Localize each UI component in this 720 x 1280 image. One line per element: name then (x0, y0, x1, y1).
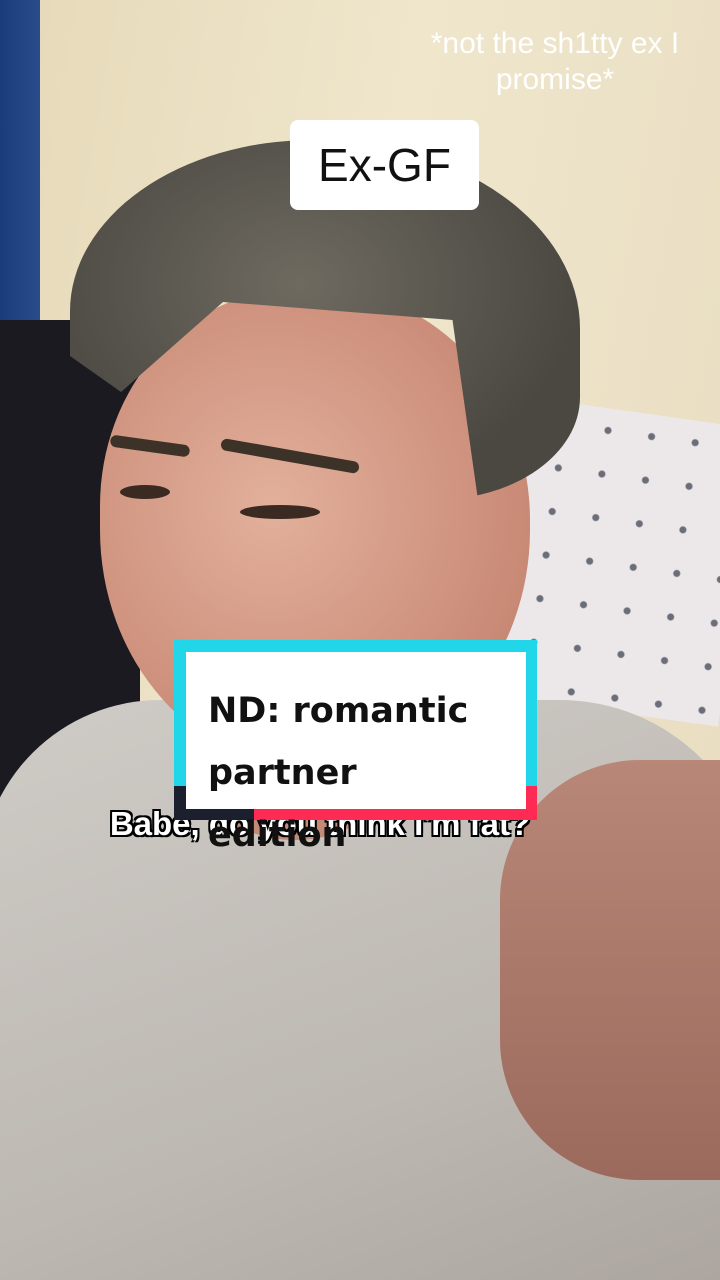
title-card-line2: partner edition (208, 753, 357, 855)
character-label: Ex-GF (290, 120, 479, 210)
title-card: ND: romantic partner edition (174, 640, 537, 855)
title-card-body: ND: romantic partner edition (186, 652, 526, 855)
eye-left (120, 485, 170, 499)
top-note-text: *not the sh1tty ex I promise* (430, 27, 680, 96)
title-card-line1: ND: romantic (208, 691, 469, 731)
eye-right (240, 505, 320, 519)
